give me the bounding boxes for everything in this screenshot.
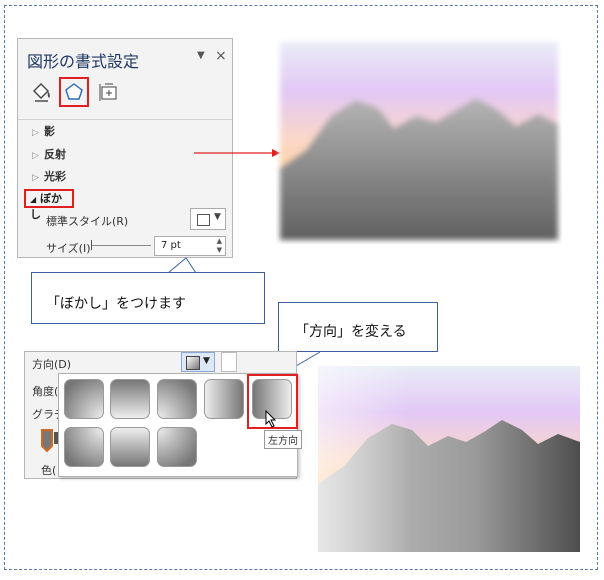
direction-tooltip: 左方向 xyxy=(264,430,302,449)
callout-text: 「方向」を変える xyxy=(295,324,407,340)
direction-diagonal-top-right[interactable] xyxy=(157,379,197,419)
direction-diagonal-bottom-right[interactable] xyxy=(157,427,197,467)
direction-linear-down[interactable] xyxy=(110,427,150,467)
direction-diagonal-bottom-left[interactable] xyxy=(64,427,104,467)
direction-linear-up[interactable] xyxy=(110,379,150,419)
direction-label: 方向(D) xyxy=(32,358,72,371)
color-label: 色( xyxy=(41,464,57,477)
direction-callout: 「方向」を変える xyxy=(278,302,438,352)
panel-edge xyxy=(221,352,237,372)
direction-diagonal-top-left[interactable] xyxy=(64,379,104,419)
angle-label: 角度( xyxy=(32,385,59,398)
blur-callout: 「ぼかし」をつけます xyxy=(31,272,265,324)
callout-text: 「ぼかし」をつけます xyxy=(46,296,186,312)
gradient-swatch-icon xyxy=(186,356,200,370)
mouse-cursor-icon xyxy=(265,410,277,428)
chevron-down-icon: ▼ xyxy=(203,356,210,366)
direction-preview-image xyxy=(318,366,580,552)
direction-linear-right[interactable] xyxy=(204,379,244,419)
direction-dropdown[interactable]: ▼ xyxy=(181,352,215,372)
